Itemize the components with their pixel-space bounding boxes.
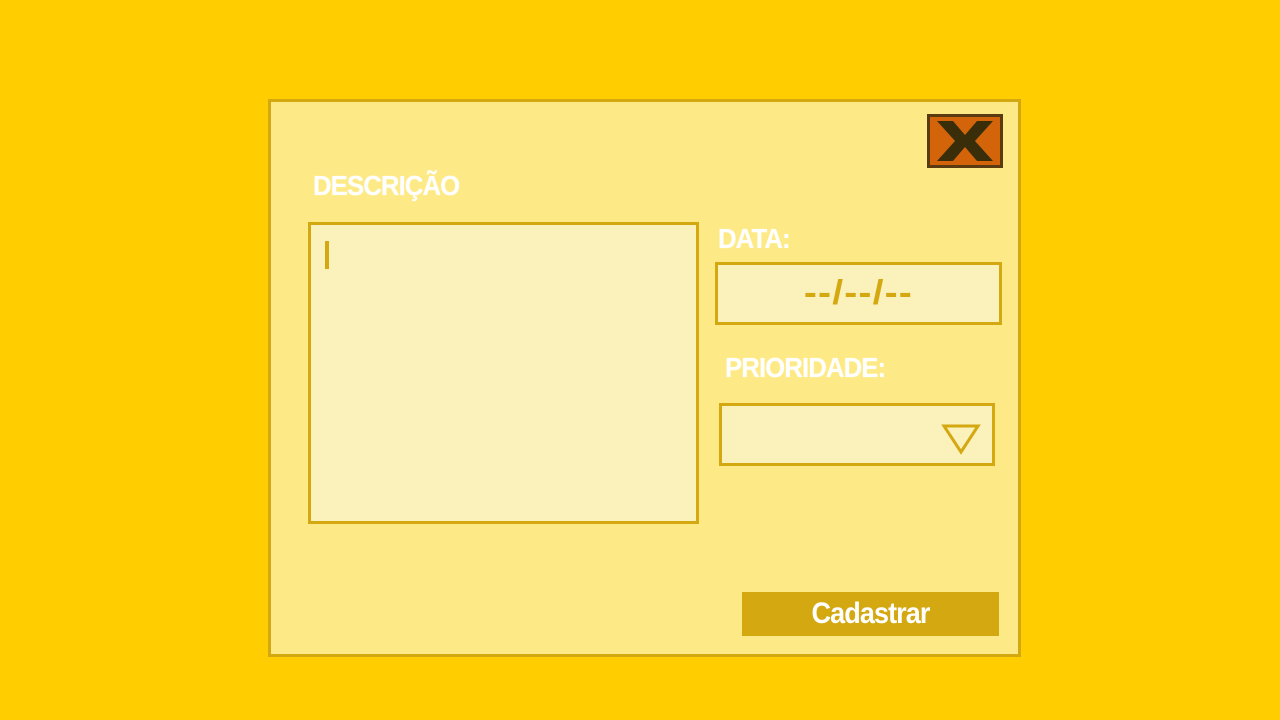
date-mask-placeholder: --/--/-- bbox=[803, 274, 914, 312]
submit-button-label: Cadastrar bbox=[811, 597, 931, 630]
description-textarea[interactable] bbox=[308, 222, 699, 524]
chevron-down-icon bbox=[941, 424, 981, 455]
task-form-dialog: DESCRIÇÃO DATA: --/--/-- PRIORIDADE: Cad… bbox=[268, 99, 1021, 657]
date-label: DATA: bbox=[718, 223, 791, 254]
description-label: DESCRIÇÃO bbox=[313, 170, 460, 201]
priority-select[interactable] bbox=[719, 403, 995, 466]
submit-button[interactable]: Cadastrar bbox=[742, 592, 999, 636]
priority-label: PRIORIDADE: bbox=[725, 352, 886, 383]
close-button[interactable] bbox=[927, 114, 1003, 168]
close-icon bbox=[937, 121, 993, 161]
date-input[interactable]: --/--/-- bbox=[715, 262, 1002, 325]
text-caret bbox=[325, 241, 329, 269]
